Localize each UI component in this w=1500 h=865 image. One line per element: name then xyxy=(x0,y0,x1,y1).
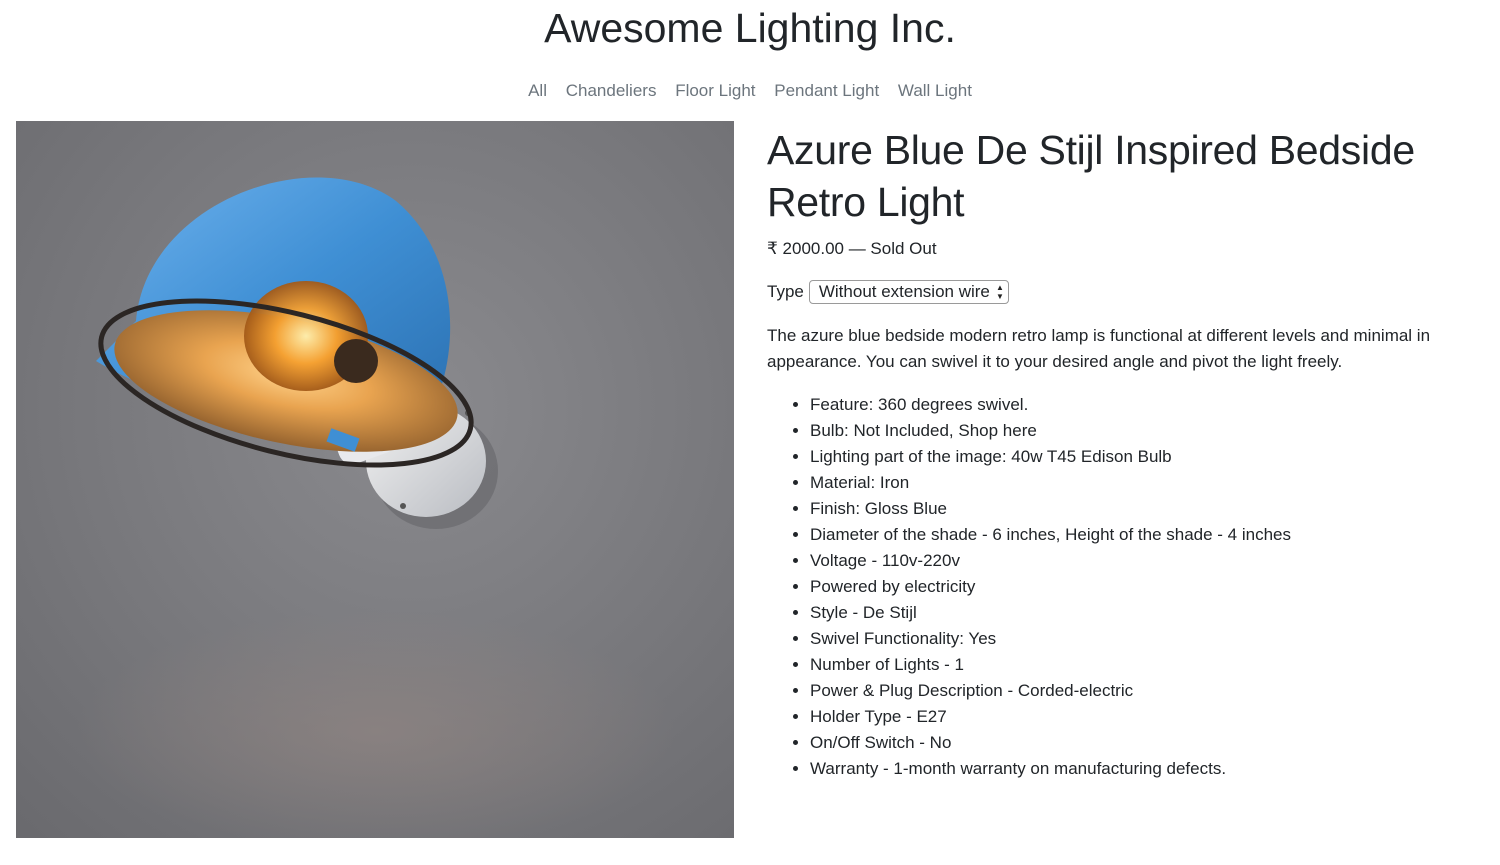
nav-item-all[interactable]: All xyxy=(528,81,547,100)
nav-item-pendant-light[interactable]: Pendant Light xyxy=(774,81,879,100)
list-item: Lighting part of the image: 40w T45 Edis… xyxy=(810,444,1477,470)
list-item: Warranty - 1-month warranty on manufactu… xyxy=(810,756,1477,782)
list-item: Powered by electricity xyxy=(810,574,1477,600)
list-item: Style - De Stijl xyxy=(810,600,1477,626)
feature-list: Feature: 360 degrees swivel. Bulb: Not I… xyxy=(767,392,1477,782)
type-select[interactable]: Without extension wire ▲ ▼ xyxy=(808,280,1009,304)
select-arrows-icon: ▲ ▼ xyxy=(995,283,1004,301)
lamp-photo xyxy=(16,121,734,838)
list-item: On/Off Switch - No xyxy=(810,730,1477,756)
nav-item-wall-light[interactable]: Wall Light xyxy=(898,81,972,100)
product-description: The azure blue bedside modern retro lamp… xyxy=(767,326,1431,371)
type-row: Type Without extension wire ▲ ▼ xyxy=(767,280,1477,304)
site-title: Awesome Lighting Inc. xyxy=(544,5,956,51)
nav-item-chandeliers[interactable]: Chandeliers xyxy=(566,81,657,100)
category-nav: All Chandeliers Floor Light Pendant Ligh… xyxy=(0,79,1500,103)
list-item: Number of Lights - 1 xyxy=(810,652,1477,678)
list-item: Swivel Functionality: Yes xyxy=(810,626,1477,652)
list-item: Holder Type - E27 xyxy=(810,704,1477,730)
list-item: Feature: 360 degrees swivel. xyxy=(810,392,1477,418)
list-item: Material: Iron xyxy=(810,470,1477,496)
product-title: Azure Blue De Stijl Inspired Bedside Ret… xyxy=(767,127,1415,225)
type-label: Type xyxy=(767,282,804,301)
price-status: ₹ 2000.00 — Sold Out xyxy=(767,239,937,258)
list-item: Bulb: Not Included, Shop here xyxy=(810,418,1477,444)
list-item: Finish: Gloss Blue xyxy=(810,496,1477,522)
list-item: Voltage - 110v-220v xyxy=(810,548,1477,574)
product-details: Azure Blue De Stijl Inspired Bedside Ret… xyxy=(767,124,1477,782)
list-item: Power & Plug Description - Corded-electr… xyxy=(810,678,1477,704)
nav-item-floor-light[interactable]: Floor Light xyxy=(675,81,755,100)
list-item: Diameter of the shade - 6 inches, Height… xyxy=(810,522,1477,548)
type-select-value: Without extension wire xyxy=(818,282,990,301)
product-image xyxy=(16,121,734,838)
